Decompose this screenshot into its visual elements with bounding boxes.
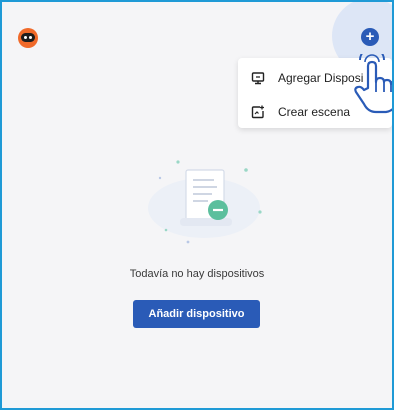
app-screen: + Agregar Disposi Crear escena Todavía n… xyxy=(0,0,394,410)
image-plus-icon xyxy=(250,104,266,120)
add-button[interactable]: + xyxy=(361,28,379,46)
robot-face xyxy=(21,33,35,42)
hand-pointer-icon xyxy=(354,54,392,114)
document-illustration xyxy=(148,160,262,244)
robot-eye-left xyxy=(24,36,27,39)
robot-logo-icon[interactable] xyxy=(18,28,38,48)
robot-eye-right xyxy=(29,36,32,39)
menu-item-label: Crear escena xyxy=(278,104,351,119)
plus-circle-icon: + xyxy=(365,28,375,45)
add-device-button[interactable]: Añadir dispositivo xyxy=(133,300,260,328)
empty-state-message: Todavía no hay dispositivos xyxy=(129,268,265,280)
monitor-plus-icon xyxy=(250,70,266,86)
